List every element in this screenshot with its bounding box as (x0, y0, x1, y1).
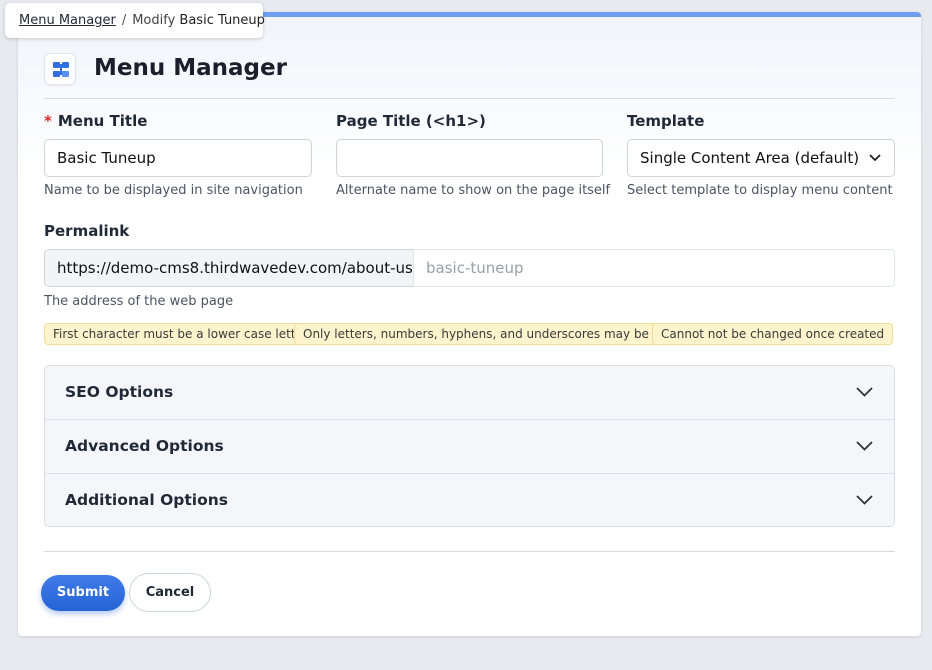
sitemap-icon (44, 53, 76, 85)
submit-button[interactable]: Submit (41, 575, 125, 611)
template-help: Select template to display menu content (627, 183, 893, 198)
chevron-down-icon (856, 441, 873, 451)
permalink-rule-badge: Cannot not be changed once created (652, 323, 894, 345)
menu-title-label: * Menu Title (44, 112, 147, 130)
permalink-slug-input[interactable]: basic-tuneup (413, 249, 895, 287)
permalink-rule-badge: Only letters, numbers, hyphens, and unde… (294, 323, 691, 345)
template-select-value: Single Content Area (default) (640, 149, 860, 167)
permalink-prefix: https://demo-cms8.thirdwavedev.com/about… (44, 249, 418, 287)
permalink-label: Permalink (44, 222, 130, 240)
page-title-label: Page Title (<h1>) (336, 112, 486, 130)
menu-title-help: Name to be displayed in site navigation (44, 183, 303, 198)
menu-title-input[interactable]: Basic Tuneup (44, 139, 312, 177)
accordion-label: Advanced Options (65, 437, 224, 455)
accordion-seo-options[interactable]: SEO Options (45, 366, 894, 420)
chevron-down-icon (856, 495, 873, 505)
template-select[interactable]: Single Content Area (default) (627, 139, 895, 177)
breadcrumb-separator: / (121, 13, 127, 28)
footer-divider (44, 551, 895, 552)
permalink-help: The address of the web page (44, 294, 234, 309)
accordion-label: SEO Options (65, 383, 174, 401)
template-label: Template (627, 112, 705, 130)
accordion-additional-options[interactable]: Additional Options (45, 474, 894, 526)
page-title-help: Alternate name to show on the page itsel… (336, 183, 611, 198)
accordion-label: Additional Options (65, 491, 228, 509)
header-divider (44, 98, 895, 99)
accordion-advanced-options[interactable]: Advanced Options (45, 420, 894, 474)
options-accordion: SEO Options Advanced Options Additional … (44, 365, 895, 527)
breadcrumb: Menu Manager / Modify Basic Tuneup (5, 3, 265, 38)
required-marker: * (44, 112, 52, 130)
breadcrumb-current-name: Basic Tuneup (179, 13, 265, 28)
menu-title-label-text: Menu Title (57, 112, 148, 130)
page-title-input[interactable] (336, 139, 603, 177)
breadcrumb-current: Modify Basic Tuneup (132, 13, 265, 28)
page-title: Menu Manager (94, 55, 287, 81)
breadcrumb-current-prefix: Modify (132, 13, 176, 28)
permalink-rule-badge: First character must be a lower case let… (44, 323, 317, 345)
chevron-down-icon (856, 387, 873, 397)
breadcrumb-link-menu-manager[interactable]: Menu Manager (19, 13, 116, 28)
cancel-button[interactable]: Cancel (129, 573, 211, 612)
chevron-down-icon (869, 154, 881, 162)
